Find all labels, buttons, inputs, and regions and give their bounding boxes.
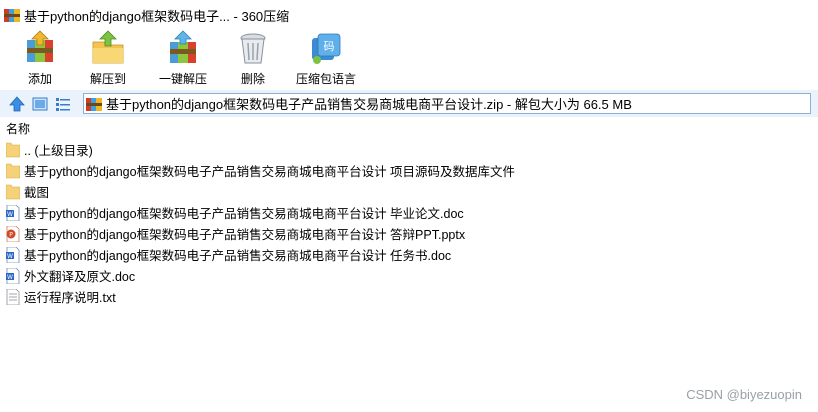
column-name-label: 名称 — [6, 122, 31, 136]
list-item[interactable]: W 基于python的django框架数码电子产品销售交易商城电商平台设计 任务… — [0, 244, 818, 265]
word-document-icon: W — [6, 267, 20, 284]
text-file-icon — [6, 288, 20, 305]
word-document-icon: W — [6, 204, 20, 221]
svg-text:W: W — [7, 253, 13, 260]
list-item[interactable]: 截图 — [0, 181, 818, 202]
one-click-extract-button[interactable]: 一键解压 — [146, 30, 220, 88]
folder-icon — [6, 142, 20, 157]
word-document-icon: W — [6, 246, 20, 263]
delete-label: 删除 — [240, 72, 265, 86]
column-header-name[interactable]: 名称 — [0, 119, 818, 138]
file-name: 运行程序说明.txt — [24, 291, 116, 305]
address-path-field[interactable]: 基于python的django框架数码电子产品销售交易商城电商平台设计.zip … — [83, 93, 811, 114]
file-name: 基于python的django框架数码电子产品销售交易商城电商平台设计 项目源码… — [24, 165, 516, 179]
archive-language-button[interactable]: 码 压缩包语言 — [286, 30, 366, 88]
list-item[interactable]: .. (上级目录) — [0, 139, 818, 160]
large-icon-view-button[interactable] — [31, 95, 49, 113]
address-path-text: 基于python的django框架数码电子产品销售交易商城电商平台设计.zip … — [106, 97, 632, 112]
archive-language-icon: 码 — [312, 33, 341, 64]
archive-language-label: 压缩包语言 — [295, 72, 356, 86]
list-item[interactable]: 基于python的django框架数码电子产品销售交易商城电商平台设计 项目源码… — [0, 160, 818, 181]
folder-icon — [6, 184, 20, 199]
archive-app-icon — [4, 7, 20, 23]
svg-text:P: P — [9, 231, 13, 238]
zip-archive-icon — [86, 97, 102, 111]
large-icons-view-icon — [32, 97, 48, 110]
add-label: 添加 — [27, 72, 52, 86]
folder-icon — [6, 163, 20, 178]
extract-to-label: 解压到 — [89, 72, 126, 86]
list-view-button[interactable] — [54, 95, 72, 113]
watermark-text: CSDN @biyezuopin — [686, 387, 802, 402]
file-name: 截图 — [24, 186, 50, 200]
file-name: 外文翻译及原文.doc — [24, 270, 136, 284]
one-click-extract-icon — [170, 30, 196, 63]
svg-text:码: 码 — [324, 40, 335, 53]
file-name: 基于python的django框架数码电子产品销售交易商城电商平台设计 任务书.… — [24, 249, 452, 263]
toolbar: 添加 解压到 一键解压 删除 码 压缩包语言 — [0, 30, 818, 88]
one-click-extract-label: 一键解压 — [158, 72, 207, 86]
delete-button[interactable]: 删除 — [222, 30, 284, 88]
list-view-icon — [56, 97, 70, 111]
extract-to-button[interactable]: 解压到 — [72, 30, 144, 88]
arrow-up-icon — [9, 95, 25, 111]
delete-trash-icon — [240, 33, 266, 64]
up-level-button[interactable] — [8, 95, 26, 113]
add-button[interactable]: 添加 — [10, 30, 70, 88]
add-archive-icon — [27, 30, 53, 62]
file-name: .. (上级目录) — [24, 144, 93, 158]
extract-to-icon — [92, 30, 124, 64]
list-item[interactable]: W 基于python的django框架数码电子产品销售交易商城电商平台设计 毕业… — [0, 202, 818, 223]
list-item[interactable]: 运行程序说明.txt — [0, 286, 818, 307]
file-list: .. (上级目录) 基于python的django框架数码电子产品销售交易商城电… — [0, 139, 818, 307]
file-name: 基于python的django框架数码电子产品销售交易商城电商平台设计 答辩PP… — [24, 228, 466, 242]
svg-text:W: W — [7, 211, 13, 218]
list-item[interactable]: W 外文翻译及原文.doc — [0, 265, 818, 286]
title-bar: 基于python的django框架数码电子... - 360压缩 — [0, 0, 818, 30]
svg-text:W: W — [7, 274, 13, 281]
powerpoint-icon: P — [6, 225, 20, 242]
list-item[interactable]: P 基于python的django框架数码电子产品销售交易商城电商平台设计 答辩… — [0, 223, 818, 244]
window-title: 基于python的django框架数码电子... - 360压缩 — [24, 8, 290, 24]
address-bar: 基于python的django框架数码电子产品销售交易商城电商平台设计.zip … — [0, 90, 818, 117]
file-name: 基于python的django框架数码电子产品销售交易商城电商平台设计 毕业论文… — [24, 207, 464, 221]
